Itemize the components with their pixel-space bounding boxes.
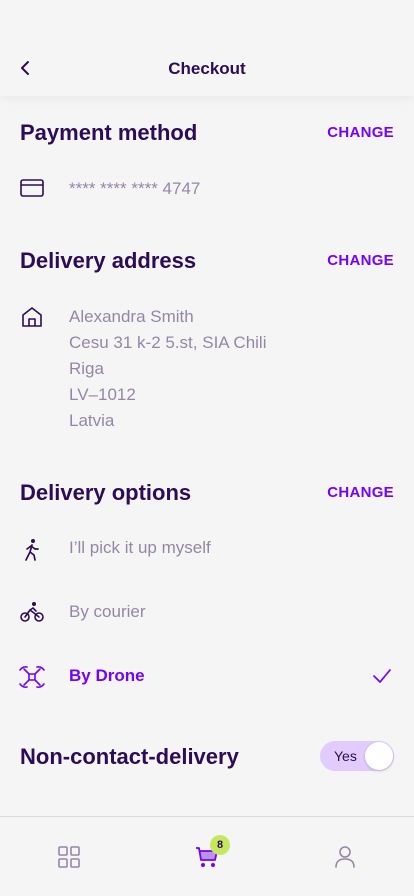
page-title: Checkout [168, 59, 246, 78]
delivery-option-drone[interactable]: By Drone [0, 652, 414, 704]
delivery-option-courier[interactable]: By courier [0, 588, 414, 640]
bottom-tab-bar: 8 [0, 816, 414, 896]
tab-categories[interactable] [55, 843, 83, 871]
address-name: Alexandra Smith [69, 307, 194, 326]
non-contact-delivery-title: Non-contact-delivery [20, 744, 239, 769]
grid-icon [58, 846, 80, 868]
bicycle-icon [20, 600, 44, 624]
change-delivery-option-button[interactable]: CHANGE [327, 484, 394, 501]
top-app-bar: Checkout [0, 0, 414, 96]
toggle-label: Yes [334, 748, 357, 764]
home-icon [20, 305, 44, 329]
delivery-address-title: Delivery address [20, 248, 197, 273]
address-postcode: LV–1012 [69, 385, 136, 404]
person-icon [335, 846, 355, 868]
address-city: Riga [69, 359, 104, 378]
change-address-button[interactable]: CHANGE [327, 252, 394, 269]
card-number: **** **** **** 4747 [69, 179, 201, 198]
drone-icon [19, 664, 45, 690]
checkmark-icon [373, 669, 391, 683]
delivery-option-label: By Drone [69, 666, 145, 685]
non-contact-delivery-toggle[interactable]: Yes [320, 741, 394, 771]
delivery-option-label: I’ll pick it up myself [69, 538, 211, 557]
toggle-knob [365, 742, 393, 770]
credit-card-icon [20, 176, 44, 200]
address-street: Cesu 31 k-2 5.st, SIA Chili [69, 333, 267, 352]
cart-count-badge: 8 [210, 835, 230, 855]
tab-profile[interactable] [331, 843, 359, 871]
delivery-options-title: Delivery options [20, 480, 192, 505]
delivery-option-label: By courier [69, 602, 146, 621]
change-payment-button[interactable]: CHANGE [327, 124, 394, 141]
walking-person-icon [20, 538, 44, 562]
delivery-option-pickup[interactable]: I’ll pick it up myself [0, 524, 414, 576]
address-country: Latvia [69, 411, 115, 430]
payment-method-title: Payment method [20, 120, 198, 145]
